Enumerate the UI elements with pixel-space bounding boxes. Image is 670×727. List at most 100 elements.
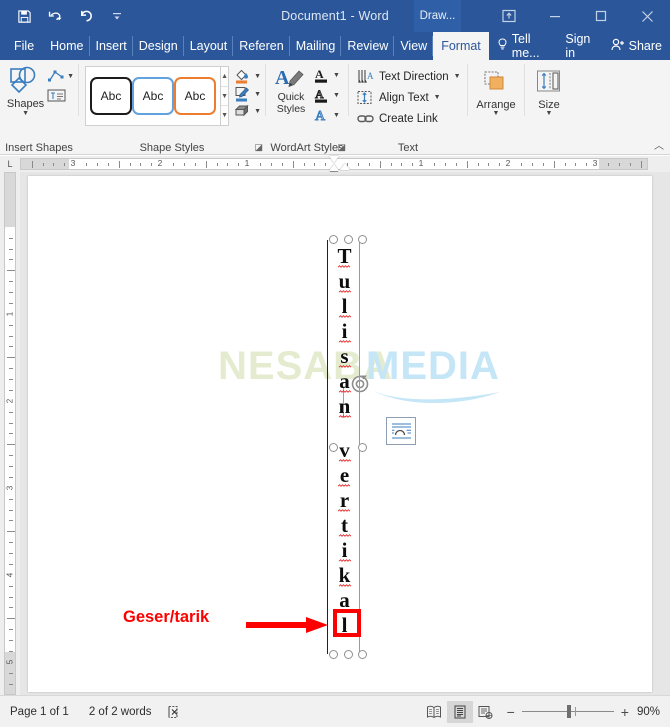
ruler-tick — [238, 163, 240, 166]
horizontal-ruler-track[interactable]: 3 2 1 1 2 3 — [20, 156, 648, 178]
zoom-slider[interactable]: − + — [499, 705, 637, 719]
align-text-button[interactable]: Align Text ▼ — [357, 87, 463, 108]
web-layout-icon[interactable] — [473, 701, 499, 723]
text-effects-button[interactable]: A ▼ — [314, 107, 340, 125]
horizontal-ruler[interactable]: L 3 2 1 1 2 3 — [0, 156, 670, 178]
vertical-ruler-track[interactable]: 1 2 3 4 5 — [4, 172, 16, 695]
ribbon-display-icon[interactable] — [486, 0, 532, 32]
edit-shape-caret[interactable]: ▼ — [67, 73, 74, 80]
text-fill-button[interactable]: A ▼ — [314, 67, 340, 84]
share-person-icon — [611, 38, 625, 54]
text-direction-button[interactable]: A Text Direction ▼ — [357, 66, 463, 87]
close-icon[interactable] — [624, 0, 670, 32]
maximize-icon[interactable] — [578, 0, 624, 32]
first-line-indent-marker[interactable] — [329, 156, 339, 163]
size-caret[interactable]: ▼ — [546, 110, 553, 117]
draw-text-box-button[interactable] — [47, 88, 74, 103]
shape-style-preview[interactable]: Abc — [90, 77, 132, 115]
shape-fill-button[interactable]: ▼ — [234, 68, 261, 84]
selection-handle-bottom-right[interactable] — [358, 650, 367, 659]
tab-format[interactable]: Format — [433, 32, 489, 60]
share-button[interactable]: Share — [599, 32, 670, 60]
tab-layout[interactable]: Layout — [184, 32, 234, 60]
tab-review[interactable]: Review — [341, 32, 395, 60]
vruler-tick — [9, 650, 13, 652]
ruler-number: 1 — [244, 158, 250, 168]
word-count-status[interactable]: 2 of 2 words — [79, 706, 162, 718]
edit-shape-button[interactable]: ▼ — [47, 69, 74, 84]
document-canvas[interactable]: NESABA MEDIA T u l i s a n v e r t i k a… — [20, 172, 670, 695]
vertical-ruler[interactable]: 1 2 3 4 5 — [0, 172, 20, 695]
tab-mailings[interactable]: Mailing — [290, 32, 342, 60]
tab-insert[interactable]: Insert — [90, 32, 134, 60]
vertical-text-content[interactable]: Tulisanvertikal — [328, 244, 361, 638]
text-effects-caret[interactable]: ▼ — [333, 112, 340, 119]
vruler-number: 3 — [5, 485, 15, 491]
group-insert-shapes: Shapes ▼ ▼ Insert Shapes — [0, 60, 78, 154]
proofing-errors-icon[interactable] — [161, 705, 187, 719]
size-button[interactable]: Size ▼ — [535, 68, 563, 117]
vruler-tick — [9, 542, 13, 544]
gallery-more[interactable]: ▼ — [221, 106, 228, 125]
spellcheck-squiggle-icon — [338, 265, 351, 268]
shape-effects-caret[interactable]: ▼ — [254, 108, 261, 115]
page-count-status[interactable]: Page 1 of 1 — [0, 706, 79, 718]
ruler-tick — [64, 163, 66, 166]
zoom-slider-thumb[interactable] — [566, 705, 571, 718]
gallery-scroll-down[interactable]: ▼ — [221, 87, 229, 107]
selection-handle-top-left[interactable] — [329, 235, 338, 244]
selection-handle-middle-right[interactable] — [358, 443, 367, 452]
collapse-ribbon-icon[interactable]: ︿ — [654, 137, 664, 152]
vruler-tick — [9, 466, 13, 468]
document-page[interactable]: NESABA MEDIA T u l i s a n v e r t i k a… — [28, 176, 652, 692]
minimize-icon[interactable] — [532, 0, 578, 32]
selection-handle-bottom-left[interactable] — [329, 650, 338, 659]
shapes-gallery-button[interactable]: Shapes ▼ — [4, 63, 47, 138]
wordart-quick-styles-button[interactable]: A Quick Styles — [271, 64, 311, 138]
right-indent-marker[interactable] — [340, 163, 350, 170]
create-link-button[interactable]: Create Link — [357, 108, 463, 129]
selection-handle-bottom-center[interactable] — [343, 650, 353, 659]
shape-style-preview[interactable]: Abc — [132, 77, 174, 115]
text-outline-button[interactable]: A ▼ — [314, 87, 340, 104]
selection-handle-middle-left[interactable] — [329, 443, 338, 452]
text-direction-caret[interactable]: ▼ — [454, 73, 461, 80]
tell-me-box[interactable]: Tell me... — [489, 32, 554, 60]
zoom-level-label[interactable]: 90% — [637, 706, 670, 718]
arrange-caret[interactable]: ▼ — [493, 110, 500, 117]
arrange-button[interactable]: Arrange ▼ — [476, 68, 516, 117]
tab-design[interactable]: Design — [133, 32, 184, 60]
ruler-tick — [183, 163, 185, 166]
shape-effects-button[interactable]: ▼ — [234, 104, 261, 119]
tab-references[interactable]: Referen — [233, 32, 291, 60]
shape-fill-caret[interactable]: ▼ — [254, 73, 261, 80]
shape-outline-button[interactable]: ▼ — [234, 86, 261, 102]
ruler-tick — [86, 163, 88, 166]
text-outline-caret[interactable]: ▼ — [333, 92, 340, 99]
zoom-slider-track[interactable] — [521, 705, 614, 718]
gallery-scroll-up[interactable]: ▲ — [221, 67, 229, 87]
shapes-dropdown-caret[interactable]: ▼ — [22, 110, 29, 117]
wordart-dialog-launcher[interactable]: ◪ — [337, 142, 346, 153]
context-tab-drawing-tools[interactable]: Draw... — [414, 0, 461, 32]
tab-view[interactable]: View — [394, 32, 434, 60]
tab-stop-selector[interactable]: L — [0, 156, 20, 172]
zoom-out-button[interactable]: − — [507, 705, 515, 719]
selection-handle-top-center[interactable] — [343, 235, 353, 244]
sign-in-button[interactable]: Sign in — [553, 32, 598, 60]
layout-options-button[interactable] — [386, 417, 416, 445]
shape-outline-caret[interactable]: ▼ — [254, 91, 261, 98]
shape-style-preview[interactable]: Abc — [174, 77, 216, 115]
read-mode-icon[interactable] — [421, 701, 447, 723]
text-effects-icon: A — [315, 109, 327, 125]
selection-handle-top-right[interactable] — [358, 235, 367, 244]
text-fill-caret[interactable]: ▼ — [333, 72, 340, 79]
tab-home[interactable]: Home — [44, 32, 90, 60]
print-layout-icon[interactable] — [446, 700, 473, 723]
tab-file[interactable]: File — [0, 32, 44, 60]
zoom-in-button[interactable]: + — [621, 705, 629, 719]
shape-styles-gallery[interactable]: Abc Abc Abc — [85, 66, 221, 126]
hanging-indent-marker[interactable] — [329, 164, 339, 171]
shape-styles-dialog-launcher[interactable]: ◪ — [254, 142, 263, 153]
align-text-caret[interactable]: ▼ — [434, 94, 441, 101]
